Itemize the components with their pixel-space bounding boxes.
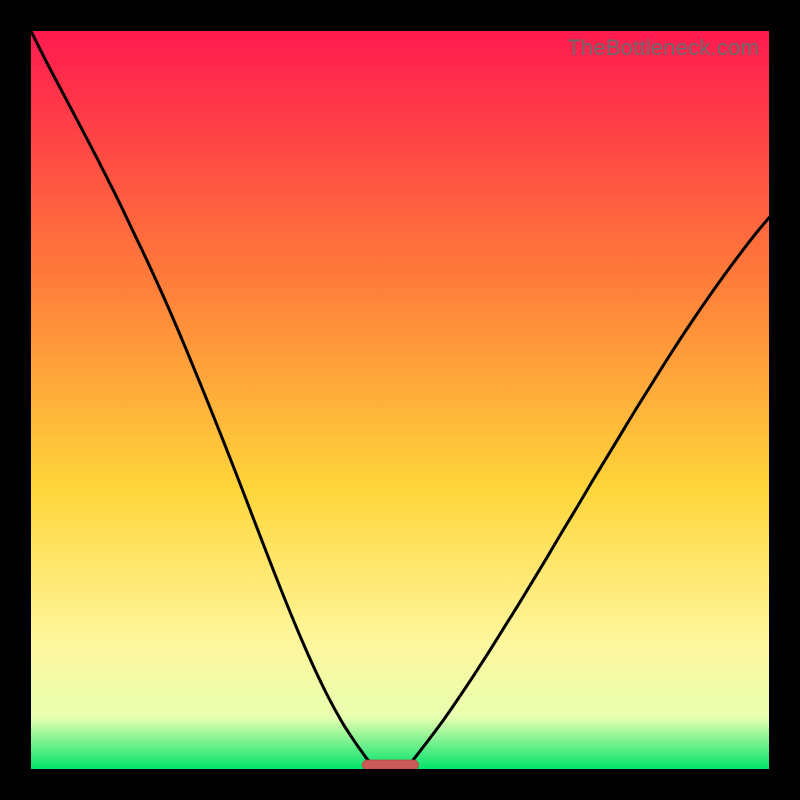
chart-svg: [31, 31, 769, 769]
outer-frame: TheBottleneck.com: [0, 0, 800, 800]
plot-area: TheBottleneck.com: [31, 31, 769, 769]
gradient-background: [31, 31, 769, 769]
optimum-marker: [362, 760, 418, 769]
watermark-text: TheBottleneck.com: [567, 35, 759, 61]
